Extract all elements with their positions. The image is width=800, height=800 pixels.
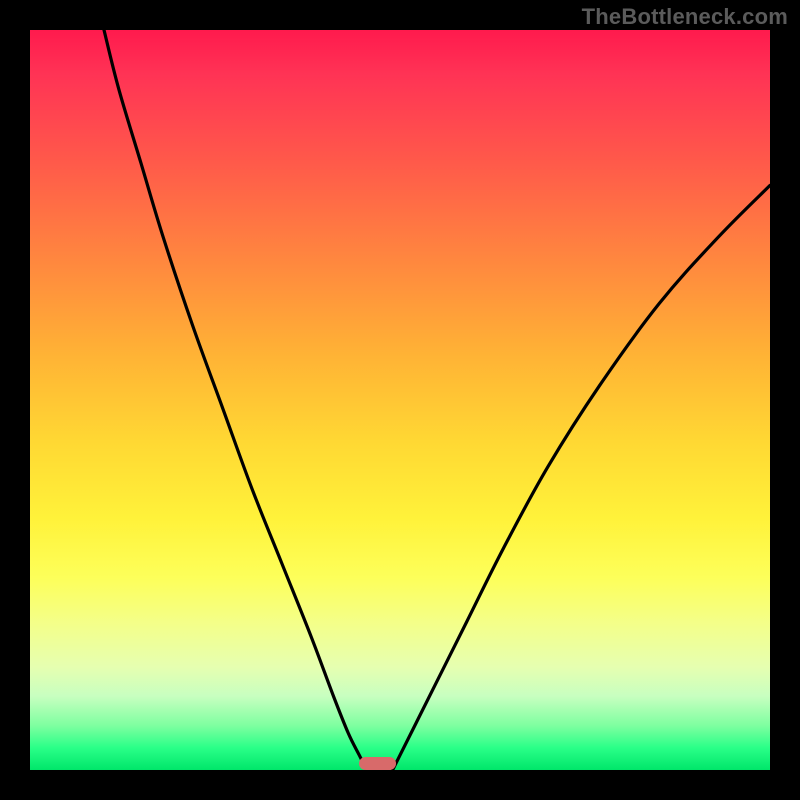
bottleneck-curve (30, 30, 770, 770)
curve-left-branch (104, 30, 367, 770)
plot-area (30, 30, 770, 770)
watermark-text: TheBottleneck.com (582, 4, 788, 30)
curve-right-branch (393, 185, 770, 770)
min-marker (359, 757, 396, 770)
chart-frame: TheBottleneck.com (0, 0, 800, 800)
